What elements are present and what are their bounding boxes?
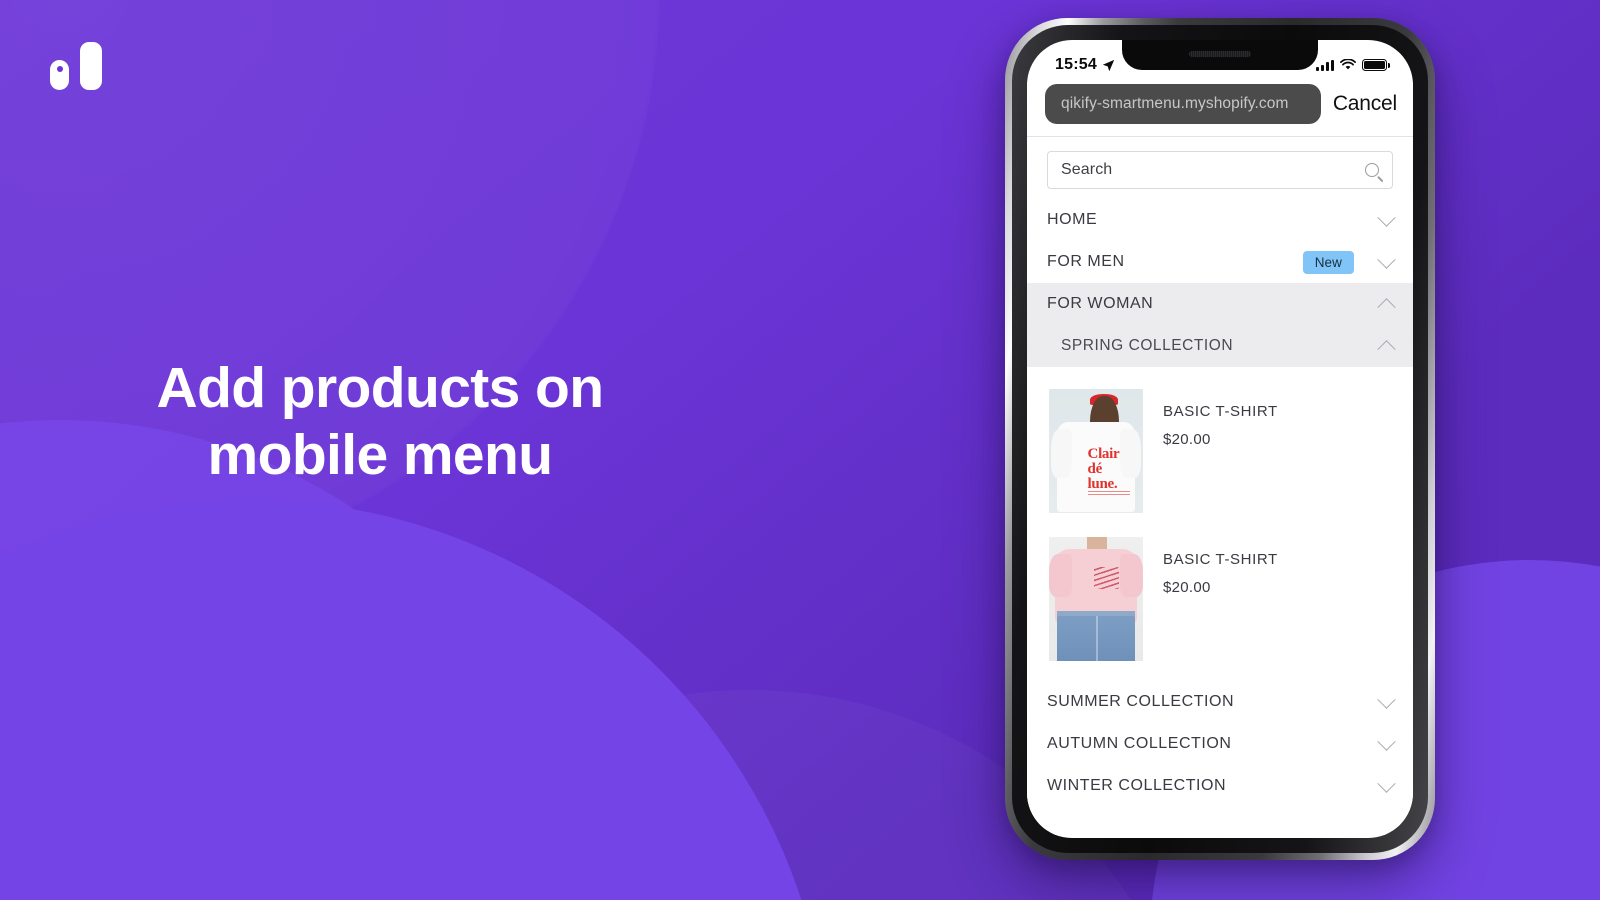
chevron-down-icon[interactable] <box>1377 689 1396 709</box>
chevron-down-icon[interactable] <box>1377 773 1396 793</box>
menu-item-spring-collection[interactable]: SPRING COLLECTION <box>1027 325 1413 367</box>
logo-bar-short <box>50 60 69 90</box>
phone-mockup: 15:54 qikify-smartmenu.myshopify.com Can… <box>1005 18 1435 860</box>
browser-address-bar: qikify-smartmenu.myshopify.com Cancel <box>1027 82 1413 136</box>
qikify-logo[interactable] <box>50 40 102 92</box>
chevron-down-icon[interactable] <box>1377 207 1396 227</box>
phone-bezel: 15:54 qikify-smartmenu.myshopify.com Can… <box>1012 25 1428 853</box>
sleeve-left <box>1050 428 1072 479</box>
search-icon[interactable] <box>1365 163 1379 177</box>
phone-screen: 15:54 qikify-smartmenu.myshopify.com Can… <box>1027 40 1413 838</box>
logo-bar-tall <box>80 42 102 90</box>
status-indicators <box>1316 59 1390 71</box>
sleeve-right <box>1120 554 1143 597</box>
phone-frame: 15:54 qikify-smartmenu.myshopify.com Can… <box>1005 18 1435 860</box>
url-input[interactable]: qikify-smartmenu.myshopify.com <box>1045 84 1321 124</box>
product-list-item[interactable]: BASIC T-SHIRT $20.00 <box>1027 527 1413 675</box>
status-bar: 15:54 <box>1027 40 1413 82</box>
headline-line-2: mobile menu <box>207 422 554 487</box>
page-title: Add products on mobile menu <box>0 355 760 488</box>
product-image: Clair dé lune. <box>1049 389 1143 513</box>
menu-item-autumn-collection[interactable]: AUTUMN COLLECTION <box>1027 723 1413 765</box>
product-list-item[interactable]: Clair dé lune. BASIC T-SHIRT $20.00 <box>1027 379 1413 527</box>
product-name: BASIC T-SHIRT <box>1163 551 1278 568</box>
menu-item-winter-collection[interactable]: WINTER COLLECTION <box>1027 765 1413 807</box>
wifi-icon <box>1340 59 1356 70</box>
location-arrow-icon <box>1102 59 1115 71</box>
logo-dot <box>57 66 63 72</box>
menu-item-label: AUTUMN COLLECTION <box>1047 735 1232 752</box>
shirt-print-subtext <box>1088 490 1130 497</box>
product-info: BASIC T-SHIRT $20.00 <box>1163 389 1278 448</box>
menu-item-summer-collection[interactable]: SUMMER COLLECTION <box>1027 681 1413 723</box>
product-name: BASIC T-SHIRT <box>1163 403 1278 420</box>
status-badge: New <box>1302 250 1354 274</box>
shirt-print-script <box>1094 566 1119 590</box>
menu-item-for-men[interactable]: FOR MEN New <box>1027 241 1413 283</box>
menu-item-label: SUMMER COLLECTION <box>1047 693 1235 710</box>
menu-item-label: WINTER COLLECTION <box>1047 777 1227 794</box>
product-price: $20.00 <box>1163 431 1211 448</box>
cancel-button[interactable]: Cancel <box>1333 92 1397 116</box>
menu-item-for-woman[interactable]: FOR WOMAN <box>1027 283 1413 325</box>
product-list: Clair dé lune. BASIC T-SHIRT $20.00 BASI… <box>1027 367 1413 681</box>
product-image <box>1049 537 1143 661</box>
menu-item-home[interactable]: HOME <box>1027 199 1413 241</box>
chevron-up-icon[interactable] <box>1377 297 1396 317</box>
shirt-print-text: Clair dé lune. <box>1087 446 1120 492</box>
menu-item-label: HOME <box>1047 211 1098 228</box>
menu-item-label: FOR WOMAN <box>1047 295 1154 312</box>
chevron-down-icon[interactable] <box>1377 249 1396 269</box>
search-placeholder: Search <box>1061 161 1113 178</box>
chevron-down-icon[interactable] <box>1377 731 1396 751</box>
pink-tee-artwork <box>1049 537 1143 661</box>
mobile-menu-panel: Search HOME FOR MEN New FOR WOMAN SPRING… <box>1027 137 1413 835</box>
status-time: 15:54 <box>1055 56 1097 73</box>
search-input[interactable]: Search <box>1047 151 1393 189</box>
battery-full-icon <box>1362 59 1390 71</box>
product-info: BASIC T-SHIRT $20.00 <box>1163 537 1278 596</box>
search-section: Search <box>1027 137 1413 199</box>
status-time-group: 15:54 <box>1055 56 1115 74</box>
cellular-signal-icon <box>1316 59 1334 71</box>
chevron-up-icon[interactable] <box>1377 339 1396 359</box>
white-tee-clair-de-lune-artwork: Clair dé lune. <box>1049 389 1143 513</box>
sleeve-left <box>1049 554 1072 597</box>
menu-item-label: SPRING COLLECTION <box>1061 337 1234 354</box>
jeans-seam <box>1096 616 1098 661</box>
menu-item-label: FOR MEN <box>1047 253 1125 270</box>
product-price: $20.00 <box>1163 579 1211 596</box>
headline-line-1: Add products on <box>156 356 605 420</box>
